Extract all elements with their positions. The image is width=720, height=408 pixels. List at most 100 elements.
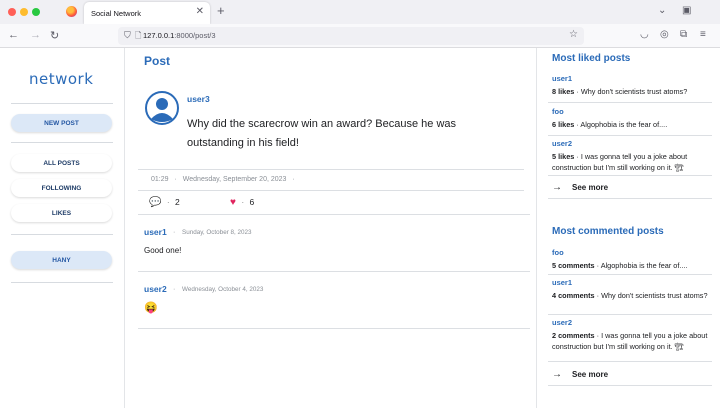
divider <box>548 175 712 176</box>
post-time: 01:29 <box>151 176 169 183</box>
liked-item-user[interactable]: user2 <box>552 139 712 148</box>
post-author[interactable]: user3 <box>187 94 210 104</box>
commented-item-user[interactable]: foo <box>552 248 712 257</box>
commented-item[interactable]: foo 5 comments · Algophobia is the fear … <box>552 248 712 271</box>
close-window-button[interactable] <box>8 8 16 16</box>
url-host: 127.0.0.1 <box>143 31 175 40</box>
sidebar-divider <box>11 234 113 235</box>
liked-item[interactable]: user2 5 likes · I was gonna tell you a j… <box>552 139 712 173</box>
column-divider <box>124 48 125 408</box>
account-icon[interactable]: ◎ <box>660 29 669 40</box>
post-meta: 01:29 · Wednesday, September 20, 2023 · <box>151 176 295 183</box>
divider <box>548 361 712 362</box>
reload-icon[interactable]: ↻ <box>50 29 59 42</box>
new-tab-button[interactable]: + <box>217 3 225 18</box>
extension-icon[interactable]: ▣ <box>682 5 691 16</box>
tab-title: Social Network <box>91 9 142 18</box>
comment-author[interactable]: user2 <box>144 284 167 294</box>
sidebar-divider <box>11 103 113 104</box>
separator: · <box>173 286 176 293</box>
liked-item-count: 5 likes <box>552 152 575 161</box>
most-liked-title: Most liked posts <box>552 53 631 64</box>
see-more-label: See more <box>572 183 609 192</box>
liked-item-user[interactable]: user1 <box>552 74 712 83</box>
most-commented-title: Most commented posts <box>552 226 664 237</box>
commented-item-count: 5 comments <box>552 261 595 270</box>
like-action[interactable]: ♥ · 6 <box>230 197 254 208</box>
comment-text: 😝 <box>144 302 158 314</box>
chevron-down-icon[interactable]: ⌄ <box>658 5 666 16</box>
page-icon: 🗋 <box>135 31 142 40</box>
comment-action[interactable]: 💬 · 2 <box>149 197 180 208</box>
firefox-icon[interactable] <box>66 6 77 17</box>
commented-item-text: Why don't scientists trust atoms? <box>601 291 708 300</box>
post-body: Why did the scarecrow win an award? Beca… <box>187 118 457 149</box>
comment-count: 2 <box>175 197 180 207</box>
liked-item-text: Algophobia is the fear of.... <box>580 120 668 129</box>
comment-text: Good one! <box>144 246 182 255</box>
bookmark-star-icon[interactable]: ☆ <box>569 29 578 40</box>
arrow-right-icon: → <box>552 369 562 380</box>
browser-tab[interactable]: Social Network ✕ <box>84 2 210 24</box>
pocket-icon[interactable]: ◡ <box>640 29 649 40</box>
divider <box>548 314 712 315</box>
page-title: Post <box>144 54 171 68</box>
extensions-icon[interactable]: ⧉ <box>680 29 687 40</box>
commented-item-count: 2 comments <box>552 331 595 340</box>
sidebar-divider <box>11 142 113 143</box>
commented-item-text: Algophobia is the fear of.... <box>600 261 688 270</box>
see-more-label: See more <box>572 370 609 379</box>
liked-item-count: 6 likes <box>552 120 575 129</box>
url-bar[interactable]: ⛉ 🗋 127.0.0.1:8000/post/3 ☆ <box>118 27 584 45</box>
divider <box>548 102 712 103</box>
divider <box>138 214 530 215</box>
maximize-window-button[interactable] <box>32 8 40 16</box>
user-profile-button[interactable]: HANY <box>11 251 112 269</box>
liked-item[interactable]: foo 6 likes · Algophobia is the fear of.… <box>552 107 712 130</box>
url-text[interactable]: 127.0.0.1:8000/post/3 <box>143 31 216 40</box>
see-more-liked-link[interactable]: → See more <box>552 182 608 193</box>
see-more-commented-link[interactable]: → See more <box>552 369 608 380</box>
separator: · <box>173 229 176 236</box>
separator: · <box>292 176 295 183</box>
divider <box>138 190 524 191</box>
comment-icon[interactable]: 💬 <box>149 197 161 208</box>
commented-item-user[interactable]: user1 <box>552 278 712 287</box>
divider <box>548 274 712 275</box>
browser-titlebar: Social Network ✕ + ⌄ ▣ <box>0 0 720 24</box>
back-arrow-icon[interactable]: ← <box>8 29 19 41</box>
user-avatar-icon[interactable] <box>145 91 179 125</box>
new-post-button[interactable]: NEW POST <box>11 114 112 132</box>
commented-item-user[interactable]: user2 <box>552 318 712 327</box>
post-date: Wednesday, September 20, 2023 <box>182 176 287 183</box>
divider <box>138 169 524 170</box>
commented-item[interactable]: user1 4 comments · Why don't scientists … <box>552 278 712 301</box>
site-logo[interactable]: network <box>29 70 93 88</box>
comment-date: Sunday, October 8, 2023 <box>182 229 252 236</box>
column-divider <box>536 48 537 408</box>
separator: · <box>174 176 177 183</box>
liked-item-count: 8 likes <box>552 87 575 96</box>
heart-icon[interactable]: ♥ <box>230 197 236 208</box>
sidebar-divider <box>11 282 113 283</box>
divider <box>138 328 530 329</box>
url-path: :8000/post/3 <box>174 31 216 40</box>
divider <box>548 385 712 386</box>
nav-likes[interactable]: LIKES <box>11 204 112 222</box>
separator: · <box>241 197 245 207</box>
arrow-right-icon: → <box>552 182 562 193</box>
liked-item-user[interactable]: foo <box>552 107 712 116</box>
comment-date: Wednesday, October 4, 2023 <box>182 286 264 293</box>
shield-icon[interactable]: ⛉ <box>124 30 131 41</box>
tab-close-icon[interactable]: ✕ <box>196 6 204 17</box>
comment-author[interactable]: user1 <box>144 227 167 237</box>
minimize-window-button[interactable] <box>20 8 28 16</box>
liked-item[interactable]: user1 8 likes · Why don't scientists tru… <box>552 74 712 97</box>
menu-icon[interactable]: ≡ <box>700 29 706 40</box>
commented-item[interactable]: user2 2 comments · I was gonna tell you … <box>552 318 712 352</box>
nav-following[interactable]: FOLLOWING <box>11 179 112 197</box>
separator: · <box>166 197 170 207</box>
forward-arrow-icon[interactable]: → <box>30 29 41 41</box>
browser-navbar: ← → ↻ ⛉ 🗋 127.0.0.1:8000/post/3 ☆ ◡ ◎ ⧉ … <box>0 24 720 48</box>
nav-all-posts[interactable]: ALL POSTS <box>11 154 112 172</box>
